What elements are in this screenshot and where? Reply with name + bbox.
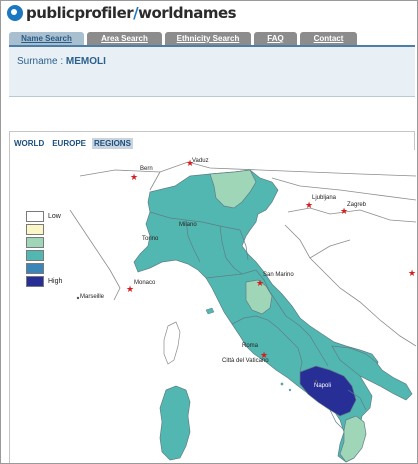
legend-row-high: High <box>26 275 62 288</box>
city-label-citta-del-vaticano: Città del Vaticano <box>222 358 269 364</box>
city-label-zagreb: Zagreb <box>347 202 367 208</box>
island <box>288 388 292 392</box>
tab-contact[interactable]: Contact <box>300 32 357 45</box>
legend-swatch <box>26 237 44 248</box>
map-view-tabs: WORLD EUROPE REGIONS <box>12 138 133 149</box>
legend-swatch <box>26 263 44 274</box>
main-nav-tabs: Name Search Area Search Ethnicity Search… <box>9 32 357 45</box>
surname-prefix: Surname : <box>17 56 66 67</box>
capital-star-ljubljana: ★ <box>305 200 313 210</box>
map-tab-regions[interactable]: REGIONS <box>92 138 133 149</box>
city-label-ljubljana: Ljubljana <box>312 195 337 201</box>
city-dot-marseille <box>76 296 80 300</box>
surname-panel: Surname : MEMOLI <box>9 47 415 97</box>
capital-star-san-marino: ★ <box>256 278 264 288</box>
city-label-torino: Torino <box>142 236 159 242</box>
site-logo[interactable]: publicprofiler/worldnames <box>7 2 237 24</box>
island <box>280 382 284 386</box>
city-label-vaduz: Vaduz <box>192 158 209 164</box>
map-tab-europe[interactable]: EUROPE <box>50 138 88 149</box>
tab-ethnicity-search[interactable]: Ethnicity Search <box>165 32 251 45</box>
italy-regions-map[interactable]: ★ ★ ★ ★ ★ ★ ★ ★ Bern Vaduz Ljubljana Zag… <box>10 150 416 464</box>
city-label-marseille: Marseille <box>80 294 105 300</box>
tab-name-search[interactable]: Name Search <box>9 32 84 45</box>
city-label-napoli: Napoli <box>314 383 331 389</box>
logo-product-text: worldnames <box>138 4 237 22</box>
surname-heading: Surname : MEMOLI <box>17 56 106 67</box>
city-label-roma: Roma <box>242 343 259 349</box>
publicprofiler-logo-icon <box>7 5 23 21</box>
city-label-monaco: Monaco <box>134 280 156 286</box>
legend-low-label: Low <box>48 213 61 220</box>
capital-star-east: ★ <box>408 268 416 278</box>
city-dot-napoli <box>314 379 318 383</box>
legend-swatch <box>26 276 44 287</box>
surname-value: MEMOLI <box>65 56 106 67</box>
tab-faq[interactable]: FAQ <box>254 32 297 45</box>
legend-row-low: Low <box>26 210 62 223</box>
capital-star-monaco: ★ <box>126 284 134 294</box>
map-panel: WORLD EUROPE REGIONS ★ ★ ★ ★ ★ ★ ★ ★ Ber… <box>9 131 416 464</box>
legend-swatch <box>26 250 44 261</box>
city-label-milano: Milano <box>179 222 197 228</box>
legend-swatch <box>26 211 44 222</box>
legend-swatch <box>26 224 44 235</box>
map-tab-world[interactable]: WORLD <box>12 138 46 149</box>
legend-high-label: High <box>48 278 63 285</box>
tab-area-search[interactable]: Area Search <box>87 32 162 45</box>
logo-brand-text: publicprofiler <box>26 4 134 22</box>
capital-star-bern: ★ <box>130 172 138 182</box>
city-label-san-marino: San Marino <box>263 272 294 278</box>
map-legend: Low High <box>26 210 62 288</box>
city-label-bern: Bern <box>140 166 153 172</box>
browser-frame: publicprofiler/worldnames Name Search Ar… <box>0 0 418 464</box>
